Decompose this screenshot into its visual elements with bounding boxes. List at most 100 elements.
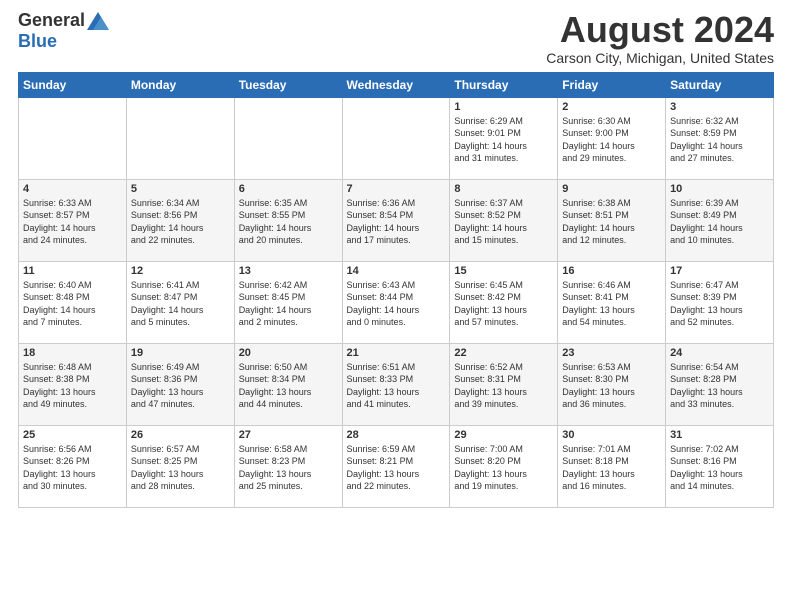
- day-number: 22: [454, 347, 553, 359]
- day-number: 6: [239, 183, 338, 195]
- col-saturday: Saturday: [666, 72, 774, 97]
- title-area: August 2024 Carson City, Michigan, Unite…: [546, 10, 774, 66]
- calendar-cell-3-3: 21 Sunrise: 6:51 AM Sunset: 8:33 PM Dayli…: [342, 343, 450, 425]
- calendar-cell-1-1: 5Sunrise: 6:34 AM Sunset: 8:56 PM Daylig…: [126, 179, 234, 261]
- day-info: Sunrise: 6:41 AM Sunset: 8:47 PM Dayligh…: [131, 279, 230, 329]
- day-info: Sunrise: 6:58 AM Sunset: 8:23 PM Dayligh…: [239, 443, 338, 493]
- calendar-cell-4-6: 31 Sunrise: 7:02 AM Sunset: 8:16 PM Dayli…: [666, 425, 774, 507]
- day-info: Sunrise: 6:49 AM Sunset: 8:36 PM Dayligh…: [131, 361, 230, 411]
- calendar-cell-4-0: 25 Sunrise: 6:56 AM Sunset: 8:26 PM Dayli…: [19, 425, 127, 507]
- page: General Blue August 2024 Carson City, Mi…: [0, 0, 792, 516]
- day-info: Sunrise: 6:29 AM Sunset: 9:01 PM Dayligh…: [454, 115, 553, 165]
- calendar-cell-3-6: 24 Sunrise: 6:54 AM Sunset: 8:28 PM Dayli…: [666, 343, 774, 425]
- day-number: 24: [670, 347, 769, 359]
- day-number: 21: [347, 347, 446, 359]
- day-number: 15: [454, 265, 553, 277]
- header: General Blue August 2024 Carson City, Mi…: [18, 10, 774, 66]
- day-info: Sunrise: 6:42 AM Sunset: 8:45 PM Dayligh…: [239, 279, 338, 329]
- calendar-cell-4-5: 30 Sunrise: 7:01 AM Sunset: 8:18 PM Dayli…: [558, 425, 666, 507]
- calendar-cell-1-0: 4 Sunrise: 6:33 AM Sunset: 8:57 PM Daylig…: [19, 179, 127, 261]
- day-number: 29: [454, 429, 553, 441]
- day-number: 30: [562, 429, 661, 441]
- day-info: Sunrise: 7:02 AM Sunset: 8:16 PM Dayligh…: [670, 443, 769, 493]
- day-number: 3: [670, 101, 769, 113]
- calendar-cell-1-4: 8 Sunrise: 6:37 AM Sunset: 8:52 PM Daylig…: [450, 179, 558, 261]
- day-info: Sunrise: 6:47 AM Sunset: 8:39 PM Dayligh…: [670, 279, 769, 329]
- calendar-cell-0-3: [342, 97, 450, 179]
- calendar-cell-2-1: 12 Sunrise: 6:41 AM Sunset: 8:47 PM Dayli…: [126, 261, 234, 343]
- day-info: Sunrise: 6:45 AM Sunset: 8:42 PM Dayligh…: [454, 279, 553, 329]
- day-info: Sunrise: 6:43 AM Sunset: 8:44 PM Dayligh…: [347, 279, 446, 329]
- day-number: 1: [454, 101, 553, 113]
- col-thursday: Thursday: [450, 72, 558, 97]
- logo-general-text: General: [18, 10, 85, 31]
- calendar-cell-4-4: 29 Sunrise: 7:00 AM Sunset: 8:20 PM Dayli…: [450, 425, 558, 507]
- col-tuesday: Tuesday: [234, 72, 342, 97]
- logo: General Blue: [18, 10, 109, 52]
- col-friday: Friday: [558, 72, 666, 97]
- day-info: Sunrise: 6:38 AM Sunset: 8:51 PM Dayligh…: [562, 197, 661, 247]
- calendar-table: Sunday Monday Tuesday Wednesday Thursday…: [18, 72, 774, 508]
- col-wednesday: Wednesday: [342, 72, 450, 97]
- day-number: 8: [454, 183, 553, 195]
- day-info: Sunrise: 7:01 AM Sunset: 8:18 PM Dayligh…: [562, 443, 661, 493]
- day-number: 23: [562, 347, 661, 359]
- day-number: 11: [23, 265, 122, 277]
- day-number: 14: [347, 265, 446, 277]
- day-info: Sunrise: 6:40 AM Sunset: 8:48 PM Dayligh…: [23, 279, 122, 329]
- day-info: Sunrise: 6:39 AM Sunset: 8:49 PM Dayligh…: [670, 197, 769, 247]
- calendar-week-4: 18 Sunrise: 6:48 AM Sunset: 8:38 PM Dayli…: [19, 343, 774, 425]
- day-info: Sunrise: 6:56 AM Sunset: 8:26 PM Dayligh…: [23, 443, 122, 493]
- day-info: Sunrise: 6:32 AM Sunset: 8:59 PM Dayligh…: [670, 115, 769, 165]
- day-number: 19: [131, 347, 230, 359]
- day-info: Sunrise: 6:35 AM Sunset: 8:55 PM Dayligh…: [239, 197, 338, 247]
- calendar-cell-3-0: 18 Sunrise: 6:48 AM Sunset: 8:38 PM Dayli…: [19, 343, 127, 425]
- day-number: 20: [239, 347, 338, 359]
- day-number: 17: [670, 265, 769, 277]
- calendar-cell-2-6: 17 Sunrise: 6:47 AM Sunset: 8:39 PM Dayli…: [666, 261, 774, 343]
- calendar-header-row: Sunday Monday Tuesday Wednesday Thursday…: [19, 72, 774, 97]
- day-number: 18: [23, 347, 122, 359]
- day-info: Sunrise: 6:37 AM Sunset: 8:52 PM Dayligh…: [454, 197, 553, 247]
- subtitle: Carson City, Michigan, United States: [546, 50, 774, 66]
- calendar-cell-3-2: 20 Sunrise: 6:50 AM Sunset: 8:34 PM Dayli…: [234, 343, 342, 425]
- day-info: Sunrise: 6:54 AM Sunset: 8:28 PM Dayligh…: [670, 361, 769, 411]
- day-info: Sunrise: 6:33 AM Sunset: 8:57 PM Dayligh…: [23, 197, 122, 247]
- calendar-cell-3-1: 19 Sunrise: 6:49 AM Sunset: 8:36 PM Dayli…: [126, 343, 234, 425]
- day-info: Sunrise: 6:53 AM Sunset: 8:30 PM Dayligh…: [562, 361, 661, 411]
- day-number: 27: [239, 429, 338, 441]
- day-number: 12: [131, 265, 230, 277]
- calendar-cell-2-5: 16Sunrise: 6:46 AM Sunset: 8:41 PM Dayli…: [558, 261, 666, 343]
- day-number: 10: [670, 183, 769, 195]
- day-info: Sunrise: 6:30 AM Sunset: 9:00 PM Dayligh…: [562, 115, 661, 165]
- calendar-cell-1-5: 9 Sunrise: 6:38 AM Sunset: 8:51 PM Daylig…: [558, 179, 666, 261]
- day-number: 28: [347, 429, 446, 441]
- calendar-week-1: 1 Sunrise: 6:29 AM Sunset: 9:01 PM Daylig…: [19, 97, 774, 179]
- calendar-cell-4-2: 27 Sunrise: 6:58 AM Sunset: 8:23 PM Dayli…: [234, 425, 342, 507]
- calendar-cell-0-1: [126, 97, 234, 179]
- day-info: Sunrise: 6:51 AM Sunset: 8:33 PM Dayligh…: [347, 361, 446, 411]
- calendar-cell-2-3: 14 Sunrise: 6:43 AM Sunset: 8:44 PM Dayli…: [342, 261, 450, 343]
- calendar-week-5: 25 Sunrise: 6:56 AM Sunset: 8:26 PM Dayli…: [19, 425, 774, 507]
- calendar-cell-1-2: 6 Sunrise: 6:35 AM Sunset: 8:55 PM Daylig…: [234, 179, 342, 261]
- day-number: 16: [562, 265, 661, 277]
- day-info: Sunrise: 6:34 AM Sunset: 8:56 PM Dayligh…: [131, 197, 230, 247]
- day-number: 2: [562, 101, 661, 113]
- day-info: Sunrise: 6:50 AM Sunset: 8:34 PM Dayligh…: [239, 361, 338, 411]
- calendar-cell-4-3: 28Sunrise: 6:59 AM Sunset: 8:21 PM Dayli…: [342, 425, 450, 507]
- day-number: 4: [23, 183, 122, 195]
- day-number: 25: [23, 429, 122, 441]
- col-sunday: Sunday: [19, 72, 127, 97]
- calendar-cell-1-6: 10 Sunrise: 6:39 AM Sunset: 8:49 PM Dayli…: [666, 179, 774, 261]
- day-number: 9: [562, 183, 661, 195]
- day-info: Sunrise: 6:48 AM Sunset: 8:38 PM Dayligh…: [23, 361, 122, 411]
- day-info: Sunrise: 7:00 AM Sunset: 8:20 PM Dayligh…: [454, 443, 553, 493]
- day-number: 31: [670, 429, 769, 441]
- calendar-cell-0-0: [19, 97, 127, 179]
- month-title: August 2024: [546, 10, 774, 50]
- day-number: 26: [131, 429, 230, 441]
- col-monday: Monday: [126, 72, 234, 97]
- calendar-cell-1-3: 7Sunrise: 6:36 AM Sunset: 8:54 PM Daylig…: [342, 179, 450, 261]
- day-info: Sunrise: 6:57 AM Sunset: 8:25 PM Dayligh…: [131, 443, 230, 493]
- day-info: Sunrise: 6:36 AM Sunset: 8:54 PM Dayligh…: [347, 197, 446, 247]
